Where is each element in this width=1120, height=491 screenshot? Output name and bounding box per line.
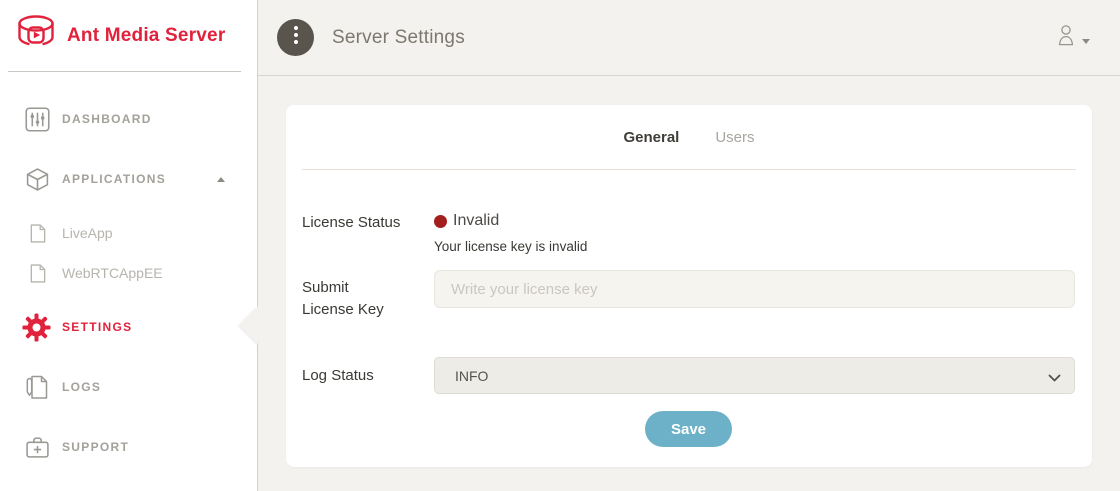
menu-button[interactable] bbox=[277, 19, 314, 56]
sidebar-item-logs[interactable]: LOGS bbox=[0, 363, 257, 411]
license-status-row: License Status Invalid Your license key … bbox=[302, 212, 1075, 254]
document-icon bbox=[30, 223, 46, 243]
sidebar-item-label: APPLICATIONS bbox=[62, 172, 166, 186]
brand-title: Ant Media Server bbox=[67, 25, 225, 47]
tab-users[interactable]: Users bbox=[715, 129, 754, 146]
sidebar-item-applications[interactable]: APPLICATIONS bbox=[0, 155, 257, 203]
save-button[interactable]: Save bbox=[645, 411, 732, 447]
sidebar-item-label: WebRTCAppEE bbox=[62, 265, 163, 281]
tab-bar: General Users bbox=[302, 105, 1076, 170]
settings-form: License Status Invalid Your license key … bbox=[286, 212, 1092, 447]
status-invalid-dot-icon bbox=[434, 215, 447, 228]
brand-logo[interactable]: Ant Media Server bbox=[0, 0, 257, 72]
sidebar-item-label: SUPPORT bbox=[62, 440, 129, 454]
sidebar-item-label: SETTINGS bbox=[62, 320, 132, 334]
sidebar-item-label: DASHBOARD bbox=[62, 112, 152, 126]
dashboard-sliders-icon bbox=[24, 106, 50, 132]
document-icon bbox=[30, 263, 46, 283]
license-key-row: Submit License Key bbox=[302, 270, 1075, 321]
sidebar-item-webrtcappee[interactable]: WebRTCAppEE bbox=[0, 253, 257, 293]
user-icon bbox=[1055, 23, 1077, 52]
sidebar-item-settings[interactable]: SETTINGS bbox=[0, 303, 257, 351]
sidebar-item-label: LOGS bbox=[62, 380, 101, 394]
server-settings-card: General Users License Status Invalid You… bbox=[286, 105, 1092, 467]
sidebar: Ant Media Server DASHBOARD bbox=[0, 0, 258, 491]
sidebar-item-dashboard[interactable]: DASHBOARD bbox=[0, 95, 257, 143]
page-title: Server Settings bbox=[332, 27, 465, 49]
sidebar-item-liveapp[interactable]: LiveApp bbox=[0, 213, 257, 253]
logs-document-icon bbox=[24, 374, 50, 400]
sidebar-item-label: LiveApp bbox=[62, 225, 113, 241]
gear-icon bbox=[22, 313, 51, 342]
license-status-message: Your license key is invalid bbox=[434, 239, 1075, 254]
chevron-down-icon bbox=[1082, 39, 1090, 44]
sidebar-item-support[interactable]: SUPPORT bbox=[0, 423, 257, 471]
app-window: Ant Media Server DASHBOARD bbox=[0, 0, 1120, 491]
license-status-label: License Status bbox=[302, 212, 434, 254]
license-key-label: Submit License Key bbox=[302, 270, 434, 321]
sidebar-nav: DASHBOARD APPLICATIONS bbox=[0, 72, 257, 471]
log-status-select[interactable]: INFO bbox=[434, 357, 1075, 394]
license-key-input[interactable] bbox=[434, 270, 1075, 308]
license-status-value: Invalid bbox=[453, 212, 499, 230]
save-row: Save bbox=[302, 411, 1075, 447]
content-area: General Users License Status Invalid You… bbox=[258, 76, 1120, 491]
vertical-dots-icon bbox=[293, 25, 299, 50]
applications-box-icon bbox=[24, 166, 50, 192]
topbar: Server Settings bbox=[258, 0, 1120, 76]
active-item-notch bbox=[239, 306, 258, 344]
log-status-row: Log Status INFO bbox=[302, 357, 1075, 394]
main-area: Server Settings General Users bbox=[258, 0, 1120, 491]
user-menu-button[interactable] bbox=[1055, 23, 1090, 52]
chevron-up-icon[interactable] bbox=[217, 177, 225, 182]
support-case-icon bbox=[24, 434, 50, 460]
tab-general[interactable]: General bbox=[623, 129, 679, 146]
ant-media-logo-icon bbox=[14, 13, 58, 60]
log-status-label: Log Status bbox=[302, 365, 434, 387]
